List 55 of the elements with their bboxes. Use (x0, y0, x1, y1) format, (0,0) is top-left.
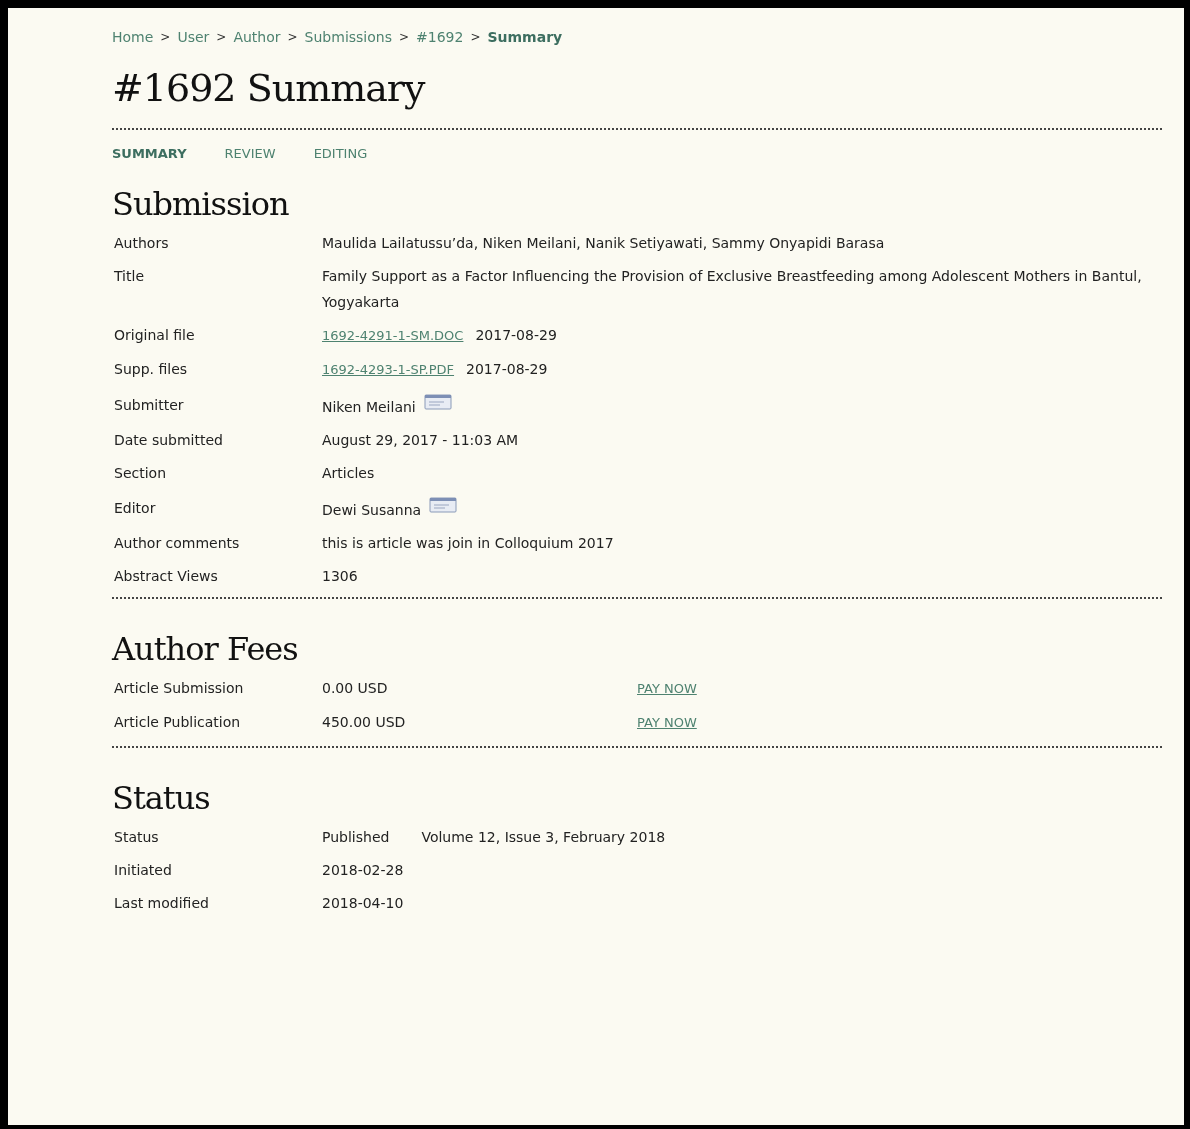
field-label: Author comments (113, 533, 241, 553)
status-value: 2018-02-28 (322, 860, 404, 880)
field-label: Date submitted (113, 430, 224, 450)
field-value: Family Support as a Factor Influencing the Provision of Exclusive Breastfeeding among Adolescent Mothers in Bantul, Yogyakarta (322, 266, 1143, 312)
breadcrumb-separator: > (287, 29, 298, 46)
field-value: Articles (322, 463, 376, 483)
fee-label: Article Publication (113, 712, 242, 732)
breadcrumb-link[interactable]: Submissions (304, 26, 392, 48)
person-name: Dewi Susanna (322, 501, 422, 518)
envelope-icon[interactable] (423, 393, 452, 410)
file-date: 2017-08-29 (466, 360, 548, 377)
status-label: Last modified (113, 893, 210, 913)
breadcrumb-separator: > (399, 29, 410, 46)
field-label: Supp. files (113, 360, 189, 379)
breadcrumb-link[interactable]: User (177, 26, 210, 48)
section-heading: Author Fees (112, 628, 299, 669)
person-name: Niken Meilani (322, 398, 416, 415)
file-link[interactable]: 1692-4291-1-SM.DOC (322, 327, 464, 343)
section-heading: Status (112, 777, 211, 818)
file-link[interactable]: 1692-4293-1-SP.PDF (322, 361, 455, 377)
breadcrumb-link[interactable]: Home (112, 26, 154, 48)
field-label: Editor (113, 498, 157, 518)
breadcrumb-link[interactable]: #1692 (416, 26, 464, 48)
field-label: Section (113, 463, 167, 483)
tab[interactable]: EDITING (313, 144, 368, 164)
file-date: 2017-08-29 (475, 326, 557, 343)
pay-now-link[interactable]: PAY NOW (637, 680, 697, 696)
field-label: Original file (113, 326, 196, 345)
status-value: 2018-04-10 (322, 893, 404, 913)
status-label: Initiated (113, 860, 173, 880)
field-value: Maulida Lailatussu’da, Niken Meilani, Nanik Setiyawati, Sammy Onyapidi Barasa (322, 233, 886, 253)
breadcrumb-link[interactable]: Summary (487, 26, 563, 48)
tab[interactable]: SUMMARY (112, 144, 187, 164)
field-label: Title (113, 266, 145, 286)
breadcrumb-separator: > (470, 29, 481, 46)
fee-amount: 450.00 USD (322, 712, 407, 732)
status-value: Published (322, 827, 390, 847)
section-heading: Submission (112, 183, 290, 224)
envelope-icon[interactable] (429, 496, 458, 513)
fee-amount: 0.00 USD (322, 678, 389, 698)
pay-now-link[interactable]: PAY NOW (637, 714, 697, 730)
field-label: Submitter (113, 395, 185, 415)
page-title: #1692 Summary (112, 65, 426, 112)
field-label: Authors (113, 233, 170, 253)
breadcrumb-link[interactable]: Author (233, 26, 281, 48)
field-value: this is article was join in Colloquium 2017 (322, 533, 615, 553)
field-value: August 29, 2017 - 11:03 AM (322, 430, 520, 450)
breadcrumb-separator: > (216, 29, 227, 46)
breadcrumb-separator: > (160, 29, 171, 46)
field-value: 1306 (322, 566, 359, 586)
issue-info: Volume 12, Issue 3, February 2018 (421, 827, 666, 847)
tab[interactable]: REVIEW (224, 144, 276, 164)
field-label: Abstract Views (113, 566, 219, 586)
status-label: Status (113, 827, 160, 847)
fee-label: Article Submission (113, 678, 245, 698)
